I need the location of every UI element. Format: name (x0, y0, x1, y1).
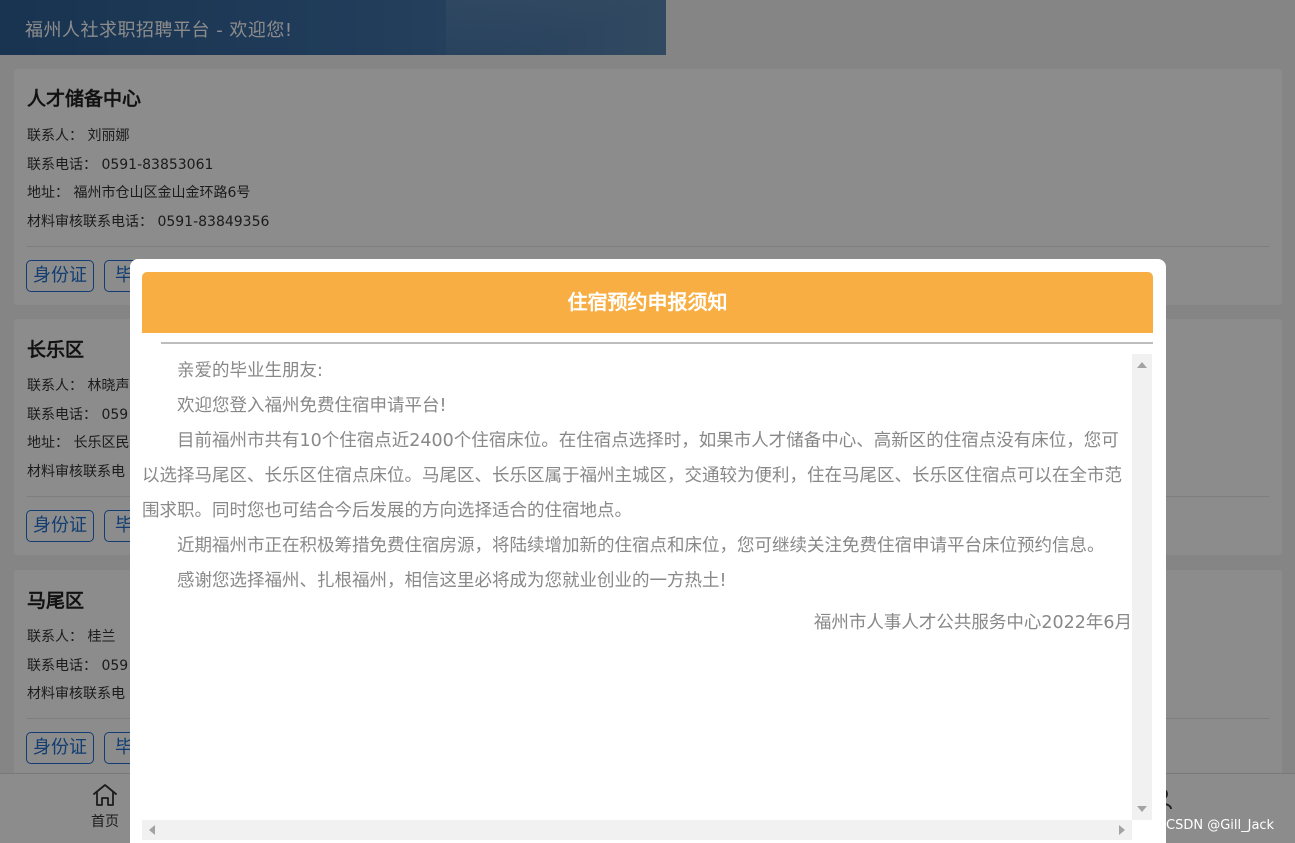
notice-greeting: 亲爱的毕业生朋友: (177, 361, 323, 381)
notice-paragraph-1: 欢迎您登入福州免费住宿申请平台! (177, 396, 447, 416)
notice-signature: 福州市人事人才公共服务中心2022年6月 (813, 613, 1132, 633)
scroll-left-icon[interactable] (149, 825, 155, 835)
modal-title: 住宿预约申报须知 (567, 290, 728, 314)
notice-paragraph-3: 近期福州市正在积极筹措免费住宿房源，将陆续增加新的住宿点和床位，您可继续关注免费… (177, 536, 1105, 556)
watermark: CSDN @Gill_Jack (1166, 818, 1275, 833)
scroll-right-icon[interactable] (1119, 825, 1125, 835)
notice-content[interactable]: 亲爱的毕业生朋友: 欢迎您登入福州免费住宿申请平台! 目前福州市共有10个住宿点… (142, 354, 1132, 819)
horizontal-scrollbar[interactable] (142, 820, 1132, 840)
vertical-scrollbar[interactable] (1132, 354, 1152, 820)
header-divider (161, 342, 1153, 344)
notice-paragraph-2: 目前福州市共有10个住宿点近2400个住宿床位。在住宿点选择时，如果市人才储备中… (142, 431, 1122, 521)
scroll-up-icon[interactable] (1137, 362, 1147, 368)
modal-header: 住宿预约申报须知 (142, 272, 1153, 333)
scroll-down-icon[interactable] (1137, 806, 1147, 812)
notice-modal: 住宿预约申报须知 亲爱的毕业生朋友: 欢迎您登入福州免费住宿申请平台! 目前福州… (130, 259, 1166, 843)
notice-paragraph-4: 感谢您选择福州、扎根福州，相信这里必将成为您就业创业的一方热土! (177, 571, 727, 591)
